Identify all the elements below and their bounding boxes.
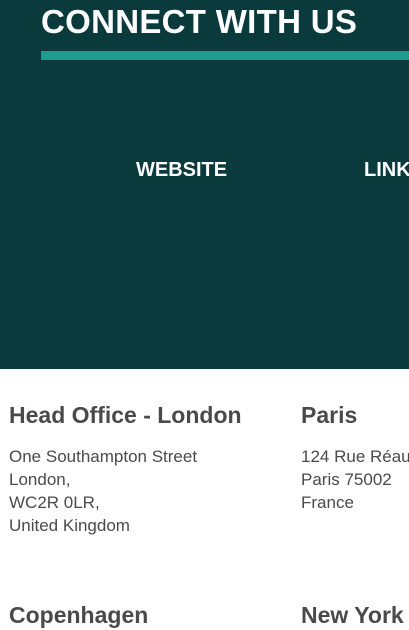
address-line: London, (9, 470, 71, 489)
office-new-york: New York (301, 601, 404, 629)
heading-accent-rule (41, 51, 409, 60)
office-london: Head Office - London One Southampton Str… (9, 401, 242, 537)
connect-hero-banner: CONNECT WITH US WEBSITE LINK (0, 0, 409, 369)
office-copenhagen: Copenhagen (9, 601, 148, 629)
address-line: One Southampton Street (9, 447, 198, 466)
address-line: Paris 75002 (301, 470, 392, 489)
office-name: Paris (301, 402, 358, 428)
linkedin-link[interactable]: LINK (364, 158, 409, 182)
address-line: France (301, 493, 354, 512)
address-line: 124 Rue Réau (301, 447, 409, 466)
office-paris: Paris 124 Rue Réau Paris 75002 France (301, 401, 409, 514)
connect-heading: CONNECT WITH US (41, 3, 358, 40)
website-link[interactable]: WEBSITE (136, 158, 227, 182)
office-address: One Southampton Street London, WC2R 0LR,… (9, 445, 242, 537)
office-name: Head Office - London (9, 402, 242, 428)
address-line: WC2R 0LR, (9, 493, 100, 512)
office-name: Copenhagen (9, 602, 149, 628)
connect-page: CONNECT WITH US WEBSITE LINK Head Office… (0, 0, 409, 630)
address-line: United Kingdom (9, 516, 130, 535)
office-name: New York (301, 602, 404, 628)
office-address: 124 Rue Réau Paris 75002 France (301, 445, 409, 514)
